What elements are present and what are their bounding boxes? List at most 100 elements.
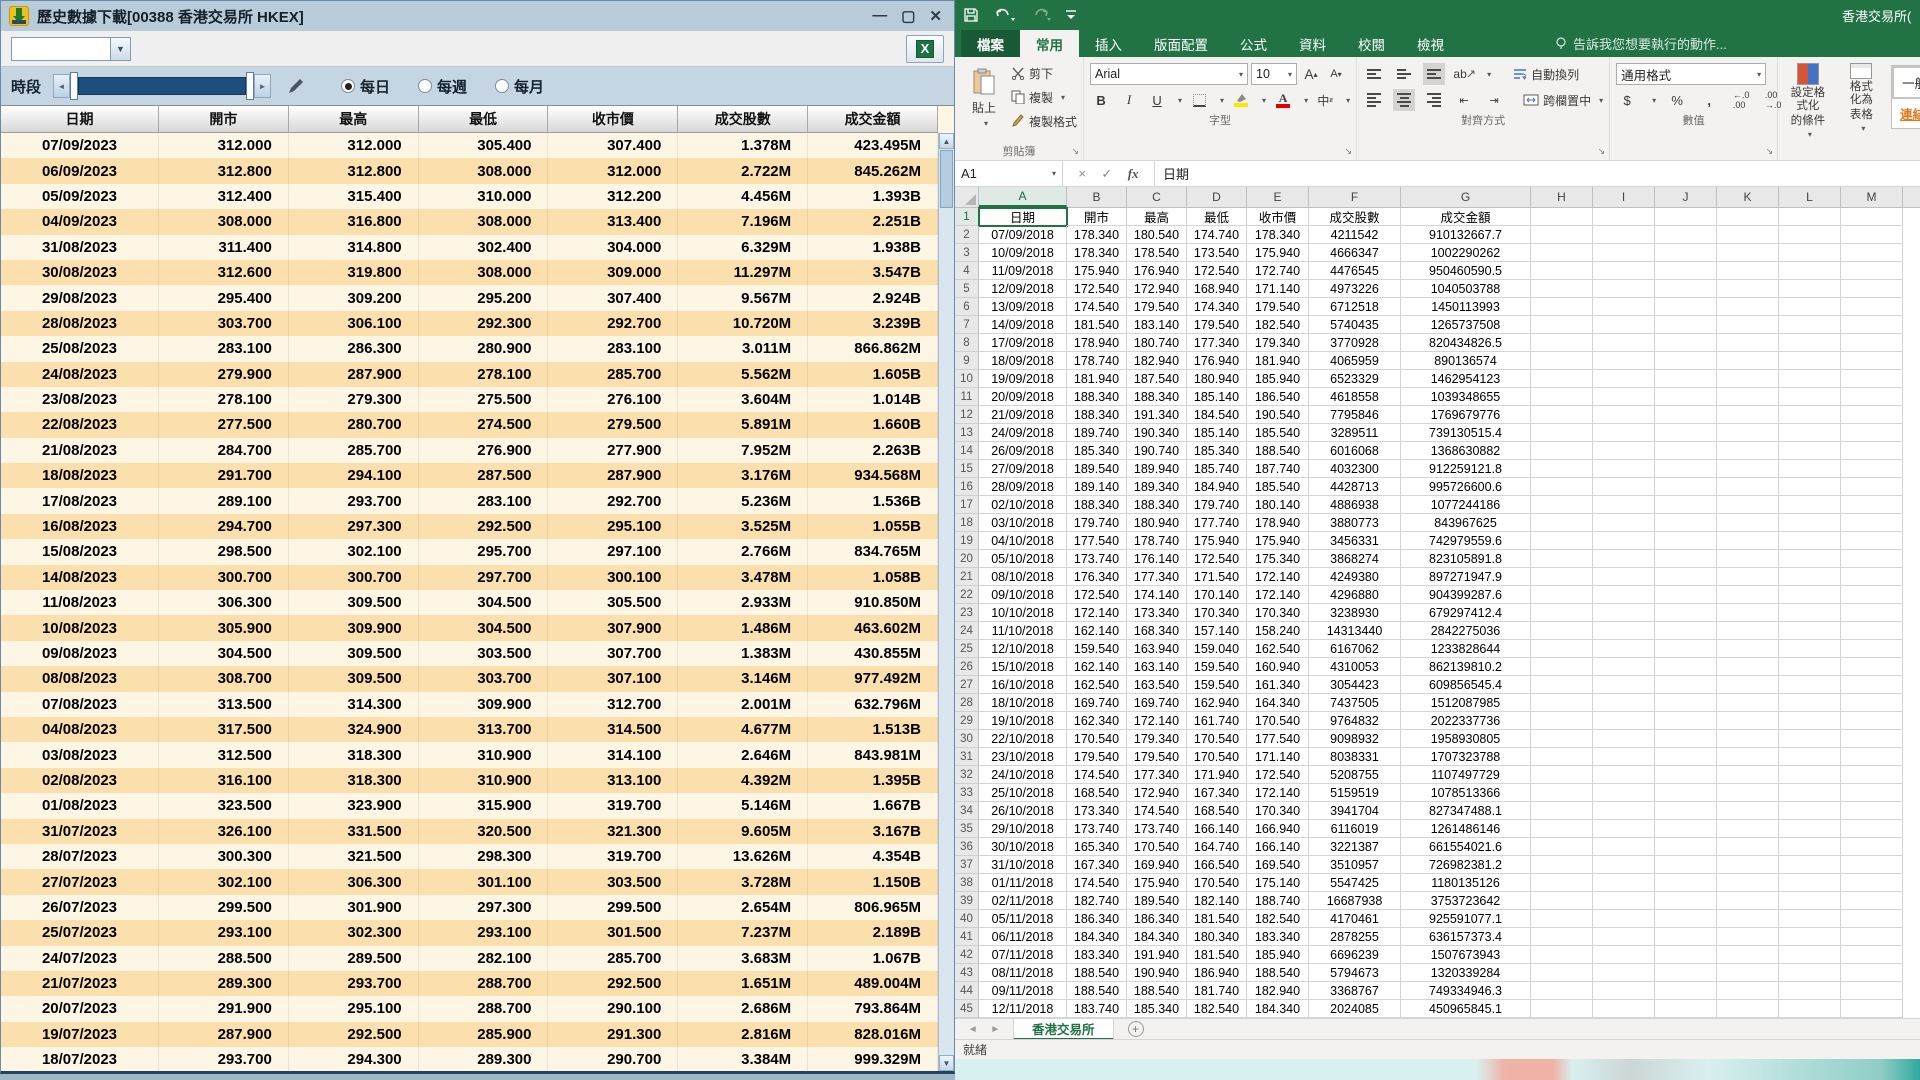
cell[interactable] [1779, 226, 1841, 244]
cell[interactable]: 450965845.1 [1401, 1000, 1531, 1018]
cell[interactable] [1717, 766, 1779, 784]
cell[interactable] [1779, 640, 1841, 658]
cell[interactable]: 172.740 [1247, 262, 1309, 280]
table-row[interactable]: 19/07/2023 287.900 292.500 285.900 291.3… [1, 1022, 938, 1047]
cell[interactable]: 171.540 [1187, 568, 1247, 586]
cell[interactable] [1655, 280, 1717, 298]
cell[interactable]: 172.140 [1247, 586, 1309, 604]
cell[interactable] [1531, 334, 1593, 352]
row-header[interactable]: 12 [955, 406, 979, 424]
cell[interactable] [1841, 946, 1903, 964]
cell[interactable]: 188.540 [1067, 964, 1127, 982]
cell[interactable] [1531, 208, 1593, 226]
cell[interactable] [1655, 316, 1717, 334]
cell[interactable] [1655, 352, 1717, 370]
cell[interactable]: 4065959 [1309, 352, 1401, 370]
cell[interactable] [1531, 910, 1593, 928]
cell[interactable] [1531, 388, 1593, 406]
cell[interactable]: 1462954123 [1401, 370, 1531, 388]
radio-daily[interactable]: 每日 [341, 76, 390, 97]
cell[interactable]: 182.540 [1247, 316, 1309, 334]
cell[interactable]: 16/10/2018 [979, 676, 1067, 694]
cell[interactable]: 18/10/2018 [979, 694, 1067, 712]
cell[interactable]: 4618558 [1309, 388, 1401, 406]
cell[interactable] [1531, 712, 1593, 730]
row-header[interactable]: 17 [955, 496, 979, 514]
cell[interactable] [1841, 532, 1903, 550]
row-header[interactable]: 20 [955, 550, 979, 568]
cell[interactable]: 169.740 [1127, 694, 1187, 712]
cell[interactable] [1655, 694, 1717, 712]
cell[interactable]: 28/09/2018 [979, 478, 1067, 496]
cell[interactable]: 2878255 [1309, 928, 1401, 946]
cell[interactable] [1655, 910, 1717, 928]
table-row[interactable]: 29/08/2023 295.400 309.200 295.200 307.4… [1, 285, 938, 310]
cell[interactable]: 4973226 [1309, 280, 1401, 298]
ribbon-tab[interactable]: 校閱 [1342, 30, 1401, 57]
table-row[interactable]: 07/09/2023 312.000 312.000 305.400 307.4… [1, 133, 938, 158]
cell[interactable] [1779, 352, 1841, 370]
cell[interactable] [1655, 802, 1717, 820]
cell[interactable] [1779, 910, 1841, 928]
cell[interactable] [1841, 424, 1903, 442]
cell[interactable]: 168.540 [1187, 802, 1247, 820]
cell[interactable]: 185.940 [1247, 946, 1309, 964]
cell[interactable] [1779, 730, 1841, 748]
cell[interactable]: 最高 [1127, 208, 1187, 226]
table-row[interactable]: 21/08/2023 284.700 285.700 276.900 277.9… [1, 438, 938, 463]
cell[interactable]: 10/09/2018 [979, 244, 1067, 262]
slider-left-arrow[interactable]: ◄ [53, 74, 70, 98]
cell[interactable]: 173.340 [1127, 604, 1187, 622]
cell[interactable]: 178.340 [1067, 226, 1127, 244]
cell[interactable] [1531, 730, 1593, 748]
cell[interactable] [1655, 874, 1717, 892]
cell[interactable]: 02/10/2018 [979, 496, 1067, 514]
cell[interactable] [1841, 928, 1903, 946]
cell[interactable]: 925591077.1 [1401, 910, 1531, 928]
cell[interactable] [1593, 226, 1655, 244]
cell[interactable] [1717, 586, 1779, 604]
table-row[interactable]: 31/07/2023 326.100 331.500 320.500 321.3… [1, 819, 938, 844]
cell[interactable] [1841, 622, 1903, 640]
cell[interactable]: 176.940 [1127, 262, 1187, 280]
cell[interactable] [1779, 406, 1841, 424]
cell[interactable]: 182.140 [1187, 892, 1247, 910]
cell[interactable] [1531, 784, 1593, 802]
cell[interactable]: 188.540 [1247, 442, 1309, 460]
cell[interactable] [1531, 658, 1593, 676]
cell[interactable] [1593, 838, 1655, 856]
cell[interactable] [1717, 712, 1779, 730]
cell[interactable]: 20/09/2018 [979, 388, 1067, 406]
cell[interactable] [1531, 874, 1593, 892]
cell[interactable]: 164.340 [1247, 694, 1309, 712]
cell[interactable] [1717, 370, 1779, 388]
cell[interactable]: 742979559.6 [1401, 532, 1531, 550]
cell[interactable]: 159.540 [1067, 640, 1127, 658]
cell[interactable]: 19/10/2018 [979, 712, 1067, 730]
table-row[interactable]: 24/07/2023 288.500 289.500 282.100 285.7… [1, 946, 938, 971]
cell[interactable] [1779, 928, 1841, 946]
cell[interactable]: 8038331 [1309, 748, 1401, 766]
row-header[interactable]: 34 [955, 802, 979, 820]
cell[interactable]: 1261486146 [1401, 820, 1531, 838]
row-header[interactable]: 7 [955, 316, 979, 334]
number-format-select[interactable]: 通用格式▾ [1616, 63, 1766, 85]
row-header[interactable]: 14 [955, 442, 979, 460]
cell[interactable]: 189.540 [1127, 892, 1187, 910]
cell[interactable]: 181.940 [1067, 370, 1127, 388]
cell[interactable] [1593, 766, 1655, 784]
row-header[interactable]: 27 [955, 676, 979, 694]
alignment-dialog-launcher-icon[interactable]: ↘ [1598, 146, 1606, 157]
cell[interactable] [1717, 280, 1779, 298]
cell[interactable]: 189.740 [1067, 424, 1127, 442]
cell[interactable] [1717, 874, 1779, 892]
cell[interactable]: 189.340 [1127, 478, 1187, 496]
cell[interactable]: 179.740 [1067, 514, 1127, 532]
cell[interactable] [1593, 262, 1655, 280]
table-row[interactable]: 03/08/2023 312.500 318.300 310.900 314.1… [1, 742, 938, 767]
cell[interactable] [1841, 676, 1903, 694]
cell[interactable] [1841, 226, 1903, 244]
cell[interactable]: 186.540 [1247, 388, 1309, 406]
cell[interactable] [1717, 442, 1779, 460]
cell[interactable] [1531, 892, 1593, 910]
